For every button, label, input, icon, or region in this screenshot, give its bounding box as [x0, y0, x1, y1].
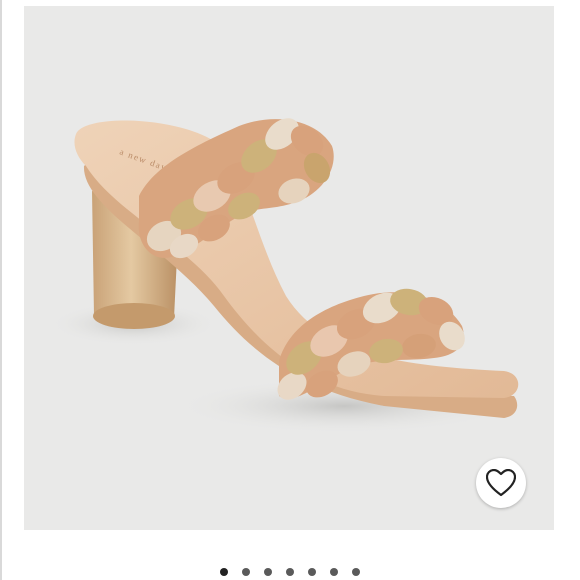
carousel-indicator: [0, 568, 580, 580]
page-edge-divider: [0, 0, 2, 580]
carousel-dot[interactable]: [352, 568, 360, 576]
carousel-dot[interactable]: [220, 568, 228, 576]
carousel-dot[interactable]: [308, 568, 316, 576]
carousel-dot[interactable]: [264, 568, 272, 576]
favorite-button[interactable]: [476, 458, 526, 508]
product-photo[interactable]: a new day: [24, 6, 554, 530]
carousel-dot[interactable]: [330, 568, 338, 576]
carousel-dot[interactable]: [242, 568, 250, 576]
sandal-illustration: a new day: [49, 118, 519, 434]
heart-icon: [486, 469, 516, 497]
carousel-dot[interactable]: [286, 568, 294, 576]
